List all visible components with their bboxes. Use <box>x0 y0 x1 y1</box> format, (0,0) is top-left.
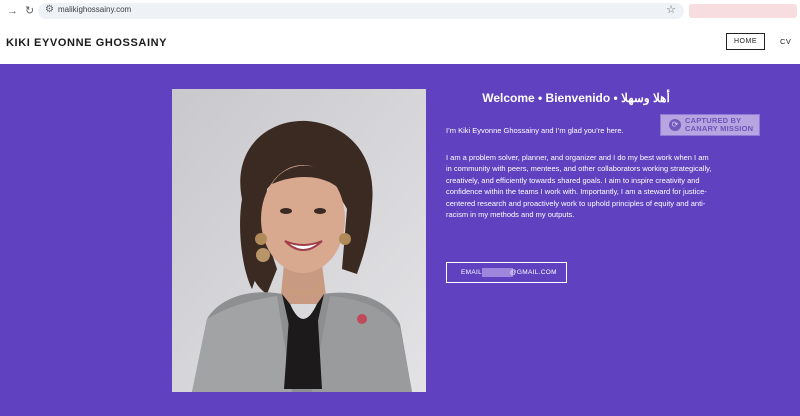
canary-logo-icon: ⟳ <box>669 119 681 131</box>
nav-cv-link[interactable]: CV <box>780 37 791 46</box>
reload-icon[interactable]: ↻ <box>25 4 34 18</box>
welcome-heading: Welcome • Bienvenido • أهلا وسهلا <box>482 91 670 105</box>
site-header: KIKI EYVONNE GHOSSAINY HOME CV <box>0 22 800 64</box>
site-info-icon[interactable]: ⚙ <box>45 4 54 15</box>
email-button[interactable]: EMAIL: @GMAIL.COM <box>446 262 567 283</box>
email-suffix: @GMAIL.COM <box>510 269 557 276</box>
intro-text: I’m Kiki Eyvonne Ghossainy and I’m glad … <box>446 126 624 135</box>
email-redaction <box>482 268 513 277</box>
extension-area <box>689 4 797 18</box>
site-title[interactable]: KIKI EYVONNE GHOSSAINY <box>6 37 167 49</box>
canary-mission-watermark: ⟳ CAPTURED BY CANARY MISSION <box>660 114 760 136</box>
bio-text: I am a problem solver, planner, and orga… <box>446 153 712 220</box>
url-text[interactable]: malikighossainy.com <box>58 5 131 14</box>
forward-icon[interactable]: → <box>7 4 18 18</box>
watermark-line-2: CANARY MISSION <box>685 124 754 133</box>
browser-toolbar: → ↻ ⚙ malikighossainy.com ☆ <box>0 0 800 23</box>
portrait-photo <box>172 89 426 392</box>
bookmark-star-icon[interactable]: ☆ <box>666 3 676 16</box>
email-prefix: EMAIL: <box>461 269 485 276</box>
address-bar[interactable]: ⚙ malikighossainy.com ☆ <box>38 3 684 19</box>
nav-home-button[interactable]: HOME <box>726 33 765 50</box>
